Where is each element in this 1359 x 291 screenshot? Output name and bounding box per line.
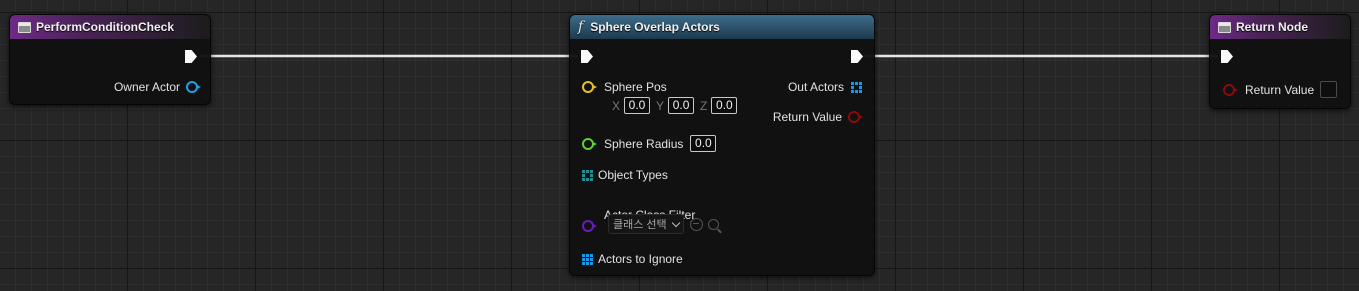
search-icon[interactable] bbox=[707, 218, 719, 230]
return-value-checkbox[interactable] bbox=[1320, 81, 1338, 98]
class-pin-icon bbox=[582, 220, 597, 232]
array-pin-icon bbox=[582, 253, 593, 265]
node-header[interactable]: Return Node bbox=[1210, 15, 1350, 39]
pin-label: Object Types bbox=[598, 168, 668, 182]
bool-pin-icon bbox=[848, 111, 863, 123]
bool-pin-icon bbox=[1223, 83, 1238, 96]
return-value-pin[interactable]: Return Value bbox=[772, 110, 863, 124]
node-sphere-overlap-actors[interactable]: f Sphere Overlap Actors Sphere Pos X 0.0… bbox=[569, 14, 875, 276]
actors-to-ignore-pin[interactable]: Actors to Ignore bbox=[582, 252, 683, 266]
array-pin-icon bbox=[851, 81, 862, 93]
class-select-dropdown[interactable]: 클래스 선택 bbox=[608, 214, 684, 234]
pin-label: Actors to Ignore bbox=[598, 252, 683, 266]
event-icon bbox=[18, 21, 31, 33]
exec-out-pin[interactable] bbox=[185, 50, 197, 63]
object-pin-icon bbox=[186, 81, 201, 93]
object-types-pin[interactable]: Object Types bbox=[582, 168, 668, 182]
y-input[interactable]: 0.0 bbox=[668, 97, 695, 114]
node-title: PerformConditionCheck bbox=[36, 20, 175, 34]
array-pin-icon bbox=[582, 169, 593, 181]
use-selected-icon[interactable] bbox=[689, 217, 703, 231]
pin-label: Return Value bbox=[1245, 82, 1315, 97]
pin-label: Owner Actor bbox=[113, 80, 180, 94]
node-header[interactable]: f Sphere Overlap Actors bbox=[570, 15, 874, 39]
exec-pin-icon bbox=[1221, 50, 1233, 63]
exec-pin-icon bbox=[185, 50, 197, 63]
exec-in-pin[interactable] bbox=[581, 50, 593, 63]
x-label: X bbox=[612, 98, 621, 113]
dropdown-value: 클래스 선택 bbox=[613, 219, 667, 231]
node-return[interactable]: Return Node Return Value bbox=[1209, 14, 1351, 109]
vector-pin-icon bbox=[582, 81, 597, 93]
out-actors-pin[interactable]: Out Actors bbox=[788, 80, 862, 94]
return-value-pin[interactable]: Return Value bbox=[1223, 81, 1338, 98]
float-pin-icon bbox=[582, 137, 597, 150]
node-perform-condition-check[interactable]: PerformConditionCheck Owner Actor bbox=[9, 14, 211, 105]
exec-in-pin[interactable] bbox=[1221, 50, 1233, 63]
exec-pin-icon bbox=[581, 50, 593, 63]
x-input[interactable]: 0.0 bbox=[624, 97, 651, 114]
z-label: Z bbox=[700, 98, 708, 113]
event-icon bbox=[1218, 21, 1231, 33]
chevron-down-icon bbox=[671, 218, 680, 227]
sphere-pos-inputs: X 0.0 Y 0.0 Z 0.0 bbox=[612, 97, 738, 114]
sphere-radius-input[interactable]: 0.0 bbox=[690, 135, 717, 152]
pin-label: Sphere Pos bbox=[604, 80, 667, 94]
sphere-pos-pin[interactable]: Sphere Pos bbox=[582, 80, 667, 94]
node-title: Sphere Overlap Actors bbox=[590, 20, 720, 34]
owner-actor-pin[interactable]: Owner Actor bbox=[113, 80, 201, 94]
pin-label: Return Value bbox=[772, 110, 842, 124]
y-label: Y bbox=[656, 98, 665, 113]
node-header[interactable]: PerformConditionCheck bbox=[10, 15, 210, 39]
node-title: Return Node bbox=[1236, 20, 1308, 34]
exec-pin-icon bbox=[851, 50, 863, 63]
pin-label: Sphere Radius bbox=[604, 136, 684, 151]
sphere-radius-pin[interactable]: Sphere Radius 0.0 bbox=[582, 135, 717, 152]
exec-out-pin[interactable] bbox=[851, 50, 863, 63]
pin-label: Out Actors bbox=[787, 80, 844, 94]
z-input[interactable]: 0.0 bbox=[711, 97, 738, 114]
actor-class-controls: 클래스 선택 bbox=[608, 214, 719, 234]
function-icon: f bbox=[578, 19, 584, 35]
